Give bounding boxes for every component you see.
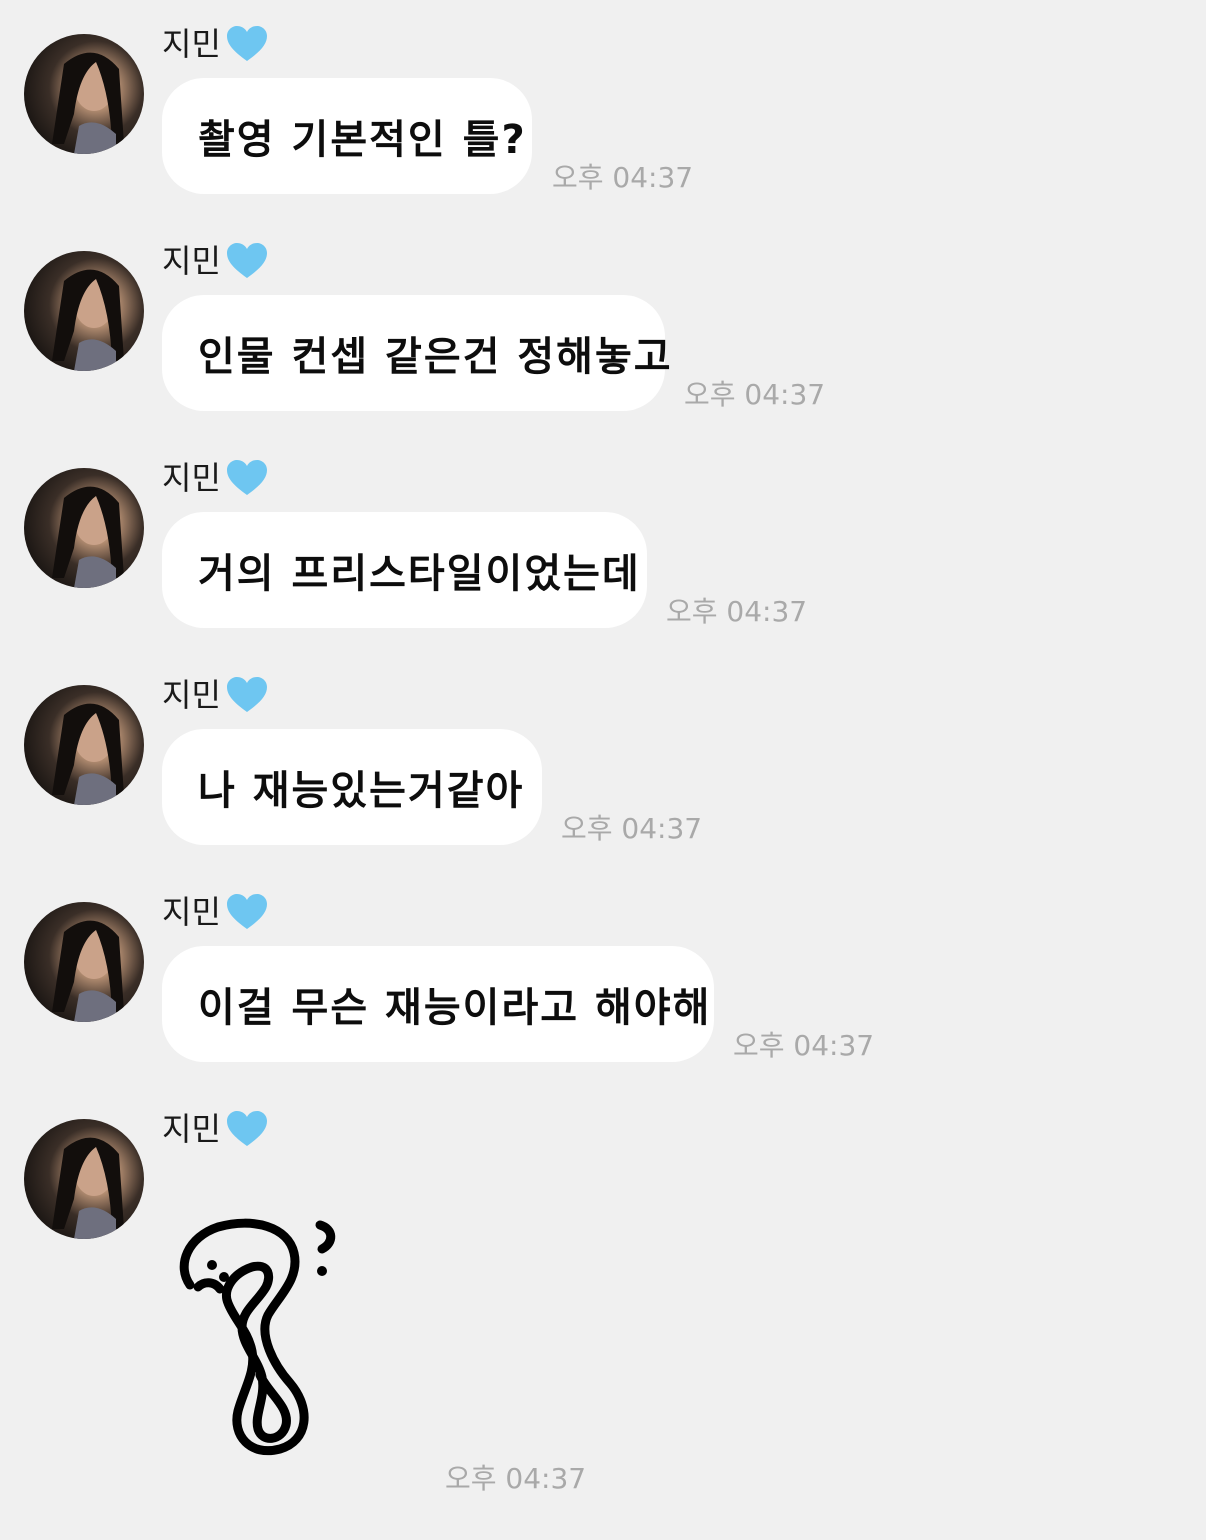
- sender-name-row: 지민: [162, 673, 269, 717]
- sender-name: 지민: [162, 459, 221, 497]
- message-text: 촬영 기본적인 틀?: [198, 117, 527, 163]
- message-timestamp: 오후 04:37: [561, 812, 703, 845]
- message-timestamp: 오후 04:37: [666, 595, 808, 628]
- light-blue-heart-icon: [226, 677, 267, 712]
- message-bubble[interactable]: 나 재능있는거같아: [162, 729, 542, 845]
- sender-name: 지민: [162, 893, 221, 931]
- sender-name-row: 지민: [162, 890, 269, 934]
- message-bubble[interactable]: 촬영 기본적인 틀?: [162, 78, 532, 194]
- question-mark-sticker[interactable]: [162, 1215, 362, 1475]
- sender-name: 지민: [162, 1110, 221, 1148]
- avatar[interactable]: [24, 34, 144, 154]
- sender-name-row: 지민: [162, 239, 269, 283]
- sender-name-row: 지민: [162, 456, 269, 500]
- avatar[interactable]: [24, 685, 144, 805]
- message-text: 이걸 무슨 재능이라고 해야해: [198, 985, 712, 1031]
- message-text: 나 재능있는거같아: [198, 768, 525, 814]
- message-bubble[interactable]: 거의 프리스타일이었는데: [162, 512, 647, 628]
- message-timestamp: 오후 04:37: [733, 1029, 875, 1062]
- light-blue-heart-icon: [226, 243, 267, 278]
- sender-name: 지민: [162, 25, 221, 63]
- light-blue-heart-icon: [226, 460, 267, 495]
- message-timestamp: 오후 04:37: [445, 1462, 587, 1495]
- sender-name: 지민: [162, 242, 221, 280]
- light-blue-heart-icon: [226, 894, 267, 929]
- message-text: 거의 프리스타일이었는데: [198, 551, 641, 597]
- message-timestamp: 오후 04:37: [552, 161, 694, 194]
- light-blue-heart-icon: [226, 1111, 267, 1146]
- message-bubble[interactable]: 인물 컨셉 같은건 정해놓고: [162, 295, 671, 411]
- sender-name: 지민: [162, 676, 221, 714]
- avatar[interactable]: [24, 251, 144, 371]
- avatar[interactable]: [24, 468, 144, 588]
- message-timestamp: 오후 04:37: [684, 378, 826, 411]
- message-bubble[interactable]: 이걸 무슨 재능이라고 해야해: [162, 946, 714, 1062]
- light-blue-heart-icon: [226, 26, 267, 61]
- avatar[interactable]: [24, 1119, 144, 1239]
- avatar[interactable]: [24, 902, 144, 1022]
- sender-name-row: 지민: [162, 22, 269, 66]
- message-text: 인물 컨셉 같은건 정해놓고: [198, 334, 673, 380]
- sender-name-row: 지민: [162, 1107, 269, 1151]
